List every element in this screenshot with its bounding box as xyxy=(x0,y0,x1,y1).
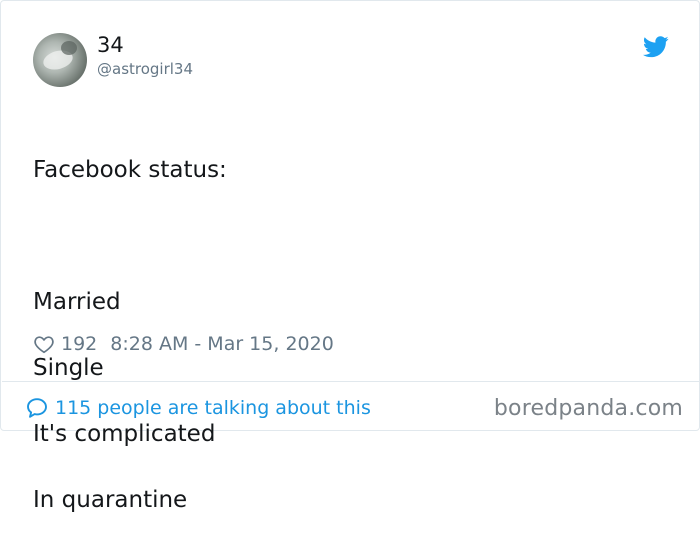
twitter-bird-icon[interactable] xyxy=(643,36,669,58)
tweet-card: 34 @astrogirl34 Facebook status: Married… xyxy=(0,0,700,513)
user-handle[interactable]: @astrogirl34 xyxy=(97,59,193,79)
tweet-text-line: Facebook status: xyxy=(33,157,227,183)
avatar-image-detail xyxy=(61,41,77,55)
conversation-link[interactable]: 115 people are talking about this xyxy=(25,394,371,422)
display-name[interactable]: 34 xyxy=(97,32,124,58)
conversation-label[interactable]: 115 people are talking about this xyxy=(55,397,371,419)
speech-bubble-icon xyxy=(27,398,47,418)
watermark: boredpanda.com xyxy=(493,396,683,421)
tweet-text-line xyxy=(33,220,653,253)
like-count[interactable]: 192 xyxy=(61,333,97,355)
heart-icon[interactable] xyxy=(33,333,55,355)
tweet-text-line: In quarantine xyxy=(33,487,188,513)
divider xyxy=(2,381,699,382)
tweet-meta: 192 8:28 AM - Mar 15, 2020 xyxy=(33,331,334,357)
tweet-timestamp[interactable]: 8:28 AM - Mar 15, 2020 xyxy=(110,333,334,355)
tweet-text-line: Married xyxy=(33,289,121,315)
avatar[interactable] xyxy=(33,33,87,87)
